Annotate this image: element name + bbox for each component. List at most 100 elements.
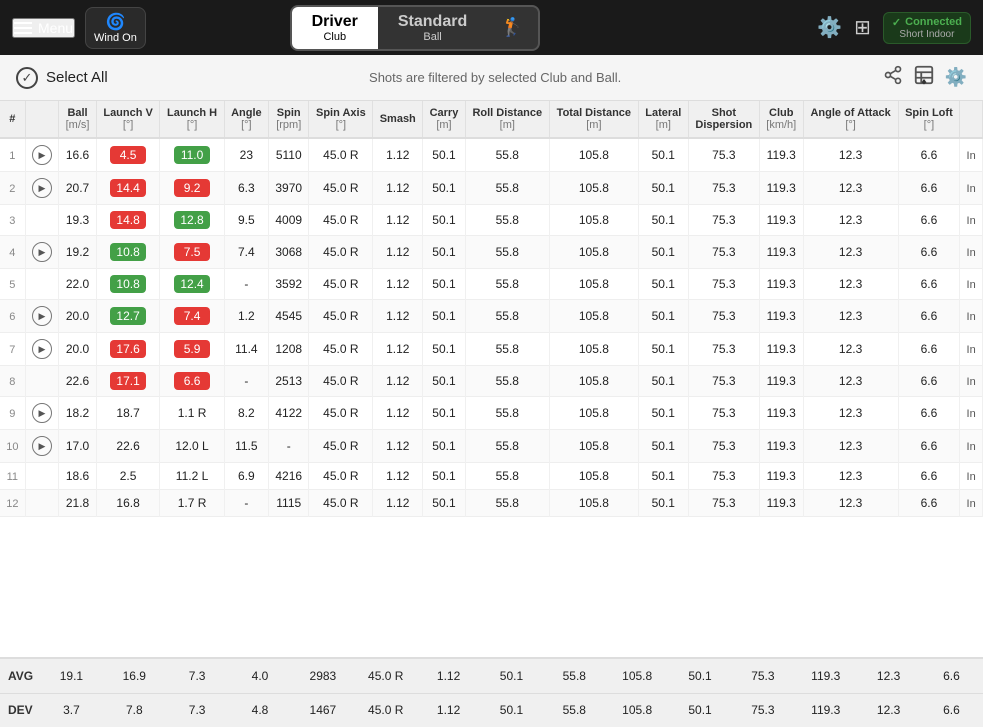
- play-button[interactable]: ▶: [32, 436, 52, 456]
- spin-axis-cell: 45.0 R: [309, 463, 373, 490]
- grid-icon-btn[interactable]: ⊞: [854, 15, 871, 40]
- club-speed-cell: 119.3: [759, 269, 803, 300]
- play-cell[interactable]: ▶: [25, 138, 59, 172]
- row-number: 5: [9, 279, 15, 291]
- ball-speed-cell: 20.7: [59, 172, 97, 205]
- tab-driver[interactable]: Driver Club: [292, 7, 378, 49]
- play-button[interactable]: ▶: [32, 178, 52, 198]
- play-button[interactable]: ▶: [32, 306, 52, 326]
- total-distance-cell: 105.8: [549, 236, 638, 269]
- aoa-cell: 12.3: [803, 430, 898, 463]
- smash-cell: 1.12: [373, 333, 423, 366]
- total-distance-cell: 105.8: [549, 300, 638, 333]
- launch-h-cell: 6.6: [160, 366, 224, 397]
- footer-cell: 7.3: [166, 667, 229, 685]
- ball-speed-cell: 20.0: [59, 333, 97, 366]
- play-cell[interactable]: ▶: [25, 300, 59, 333]
- launch-v-cell: 17.1: [96, 366, 160, 397]
- dispersion-cell: 75.3: [688, 366, 759, 397]
- table-row: 10▶17.022.612.0 L11.5-45.0 R1.1250.155.8…: [0, 430, 983, 463]
- spin-axis-cell: 45.0 R: [309, 490, 373, 517]
- ball-speed-cell: 18.6: [59, 463, 97, 490]
- data-table-wrapper[interactable]: # Ball[m/s] Launch V[°] Launch H[°] Angl…: [0, 101, 983, 657]
- launch-v-cell: 17.6: [96, 333, 160, 366]
- aoa-cell: 12.3: [803, 300, 898, 333]
- ball-speed-cell: 19.3: [59, 205, 97, 236]
- csv-export-button[interactable]: [913, 64, 935, 91]
- club-speed-cell: 119.3: [759, 463, 803, 490]
- play-button[interactable]: ▶: [32, 403, 52, 423]
- play-button[interactable]: ▶: [32, 145, 52, 165]
- footer-cell: 50.1: [480, 667, 543, 685]
- carry-cell: 50.1: [423, 138, 466, 172]
- table-settings-button[interactable]: ⚙️: [945, 64, 967, 91]
- menu-button[interactable]: Menu: [12, 18, 75, 38]
- select-bar: ✓ Select All Shots are filtered by selec…: [0, 55, 983, 101]
- play-cell[interactable]: ▶: [25, 430, 59, 463]
- carry-cell: 50.1: [423, 300, 466, 333]
- launch-v-cell: 12.7: [96, 300, 160, 333]
- roll-cell: 55.8: [465, 172, 549, 205]
- hamburger-icon: [14, 22, 32, 34]
- col-dispersion: ShotDispersion: [688, 101, 759, 138]
- club-speed-cell: 119.3: [759, 205, 803, 236]
- tab-standard[interactable]: Standard Ball: [378, 7, 487, 49]
- share-button[interactable]: [883, 64, 903, 91]
- play-cell[interactable]: ▶: [25, 333, 59, 366]
- angle-cell: -: [224, 366, 268, 397]
- col-spinloft: Spin Loft[°]: [898, 101, 960, 138]
- footer-cell: 4.0: [229, 667, 292, 685]
- angle-cell: 6.9: [224, 463, 268, 490]
- tab-player[interactable]: 🏌️: [487, 7, 537, 49]
- footer-cell: 2983: [291, 667, 354, 685]
- spin-cell: 3068: [269, 236, 309, 269]
- row-number: 10: [6, 441, 18, 453]
- wind-toggle[interactable]: 🌀 Wind On: [85, 7, 146, 49]
- table-row: 319.314.812.89.5400945.0 R1.1250.155.810…: [0, 205, 983, 236]
- launch-v-cell: 14.8: [96, 205, 160, 236]
- roll-cell: 55.8: [465, 463, 549, 490]
- spin-cell: 3592: [269, 269, 309, 300]
- launch-h-cell: 7.4: [160, 300, 224, 333]
- select-all-button[interactable]: ✓ Select All: [16, 67, 108, 89]
- footer-cell: 3.7: [40, 701, 103, 719]
- spinloft-cell: 6.6: [898, 138, 960, 172]
- spinloft-cell: 6.6: [898, 463, 960, 490]
- play-cell[interactable]: ▶: [25, 236, 59, 269]
- play-button[interactable]: ▶: [32, 242, 52, 262]
- footer-cell: 19.1: [40, 667, 103, 685]
- total-distance-cell: 105.8: [549, 333, 638, 366]
- play-button[interactable]: ▶: [32, 339, 52, 359]
- ball-speed-cell: 21.8: [59, 490, 97, 517]
- table-row: 2▶20.714.49.26.3397045.0 R1.1250.155.810…: [0, 172, 983, 205]
- footer-stats: AVG 19.116.97.34.0298345.0 R1.1250.155.8…: [0, 657, 983, 727]
- spin-cell: 4545: [269, 300, 309, 333]
- dispersion-cell: 75.3: [688, 430, 759, 463]
- total-distance-cell: 105.8: [549, 172, 638, 205]
- table-row: 7▶20.017.65.911.4120845.0 R1.1250.155.81…: [0, 333, 983, 366]
- row-number: 3: [9, 215, 15, 227]
- connection-status: ✓ Connected Short Indoor: [883, 12, 971, 44]
- play-cell[interactable]: ▶: [25, 397, 59, 430]
- footer-cell: 55.8: [543, 667, 606, 685]
- spin-axis-cell: 45.0 R: [309, 366, 373, 397]
- angle-cell: -: [224, 490, 268, 517]
- settings-icon-btn[interactable]: ⚙️: [817, 15, 842, 40]
- smash-cell: 1.12: [373, 463, 423, 490]
- wind-label: Wind On: [94, 32, 137, 44]
- app-container: Menu 🌀 Wind On Driver Club Standard Ball…: [0, 0, 983, 727]
- bar-actions: ⚙️: [883, 64, 967, 91]
- avg-row: AVG 19.116.97.34.0298345.0 R1.1250.155.8…: [0, 659, 983, 694]
- spin-cell: 4122: [269, 397, 309, 430]
- col-play: [25, 101, 59, 138]
- spinloft-cell: 6.6: [898, 333, 960, 366]
- total-distance-cell: 105.8: [549, 490, 638, 517]
- launch-h-cell: 12.8: [160, 205, 224, 236]
- row-num-cell: 3: [0, 205, 25, 236]
- player-icon: 🏌️: [501, 17, 523, 38]
- avg-label: AVG: [0, 669, 40, 683]
- spinloft-cell: 6.6: [898, 490, 960, 517]
- aoa-cell: 12.3: [803, 463, 898, 490]
- launch-h-cell: 12.0 L: [160, 430, 224, 463]
- play-cell[interactable]: ▶: [25, 172, 59, 205]
